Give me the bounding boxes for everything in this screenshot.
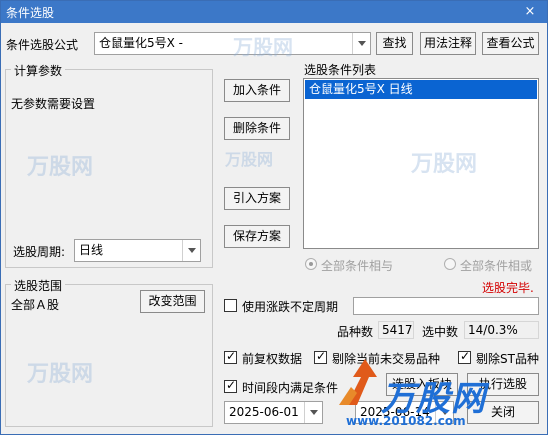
- range-group-title: 选股范围: [11, 277, 66, 294]
- selected-label: 选中数: [422, 325, 459, 339]
- period-label: 选股周期:: [13, 245, 66, 259]
- variable-period-input[interactable]: [353, 297, 539, 315]
- change-range-button[interactable]: 改变范围: [140, 290, 205, 313]
- formula-value: 仓鼠量化5号X -: [99, 36, 184, 50]
- chevron-down-icon[interactable]: [304, 402, 322, 423]
- save-scheme-button[interactable]: 保存方案: [224, 225, 290, 248]
- chevron-down-icon[interactable]: [352, 33, 370, 54]
- time-range-checkbox[interactable]: [224, 378, 237, 393]
- watermark-text: 万股网: [411, 152, 478, 177]
- count-label: 品种数: [337, 325, 374, 339]
- brand-logo-icon: [339, 359, 377, 405]
- exclude-st-label: 剔除ST品种: [476, 352, 539, 366]
- exclude-no-trade-checkbox[interactable]: [314, 349, 327, 364]
- watermark-text: 万股网: [233, 35, 293, 59]
- list-item[interactable]: 仓鼠量化5号X 日线: [305, 80, 537, 99]
- pre-adjusted-label: 前复权数据: [242, 352, 303, 366]
- window-title: 条件选股: [6, 6, 55, 20]
- delete-condition-button[interactable]: 删除条件: [224, 117, 290, 140]
- watermark-text: 万股网: [27, 362, 94, 387]
- add-condition-button[interactable]: 加入条件: [224, 79, 290, 102]
- count-value: 5417: [378, 321, 414, 339]
- params-group-title: 计算参数: [11, 62, 66, 79]
- or-radio-label: 全部条件相或: [460, 259, 533, 273]
- formula-label: 条件选股公式: [6, 38, 79, 52]
- pre-adjusted-checkbox[interactable]: [224, 349, 237, 364]
- time-range-label: 时间段内满足条件: [242, 381, 339, 395]
- variable-period-checkbox[interactable]: [224, 299, 237, 312]
- variable-period-label: 使用涨跌不定周期: [242, 300, 339, 314]
- find-button[interactable]: 查找: [376, 32, 413, 55]
- period-combobox[interactable]: 日线: [74, 239, 201, 262]
- close-icon[interactable]: ×: [515, 2, 545, 21]
- chevron-down-icon[interactable]: [182, 240, 200, 261]
- and-radio-label: 全部条件相与: [321, 259, 394, 273]
- status-text: 选股完毕.: [482, 281, 534, 295]
- start-date-value: 2025-06-01: [229, 405, 299, 419]
- import-scheme-button[interactable]: 引入方案: [224, 187, 290, 210]
- view-formula-button[interactable]: 查看公式: [482, 32, 539, 55]
- or-radio[interactable]: [444, 258, 456, 270]
- watermark-text: 万股网: [27, 155, 94, 180]
- title-bar: 条件选股 ×: [1, 1, 547, 23]
- exclude-st-checkbox[interactable]: [458, 349, 471, 364]
- start-date-picker[interactable]: 2025-06-01: [224, 401, 323, 424]
- watermark-url: www.201082.com: [346, 414, 466, 428]
- period-value: 日线: [79, 243, 104, 257]
- watermark-text: 万股网: [225, 150, 274, 169]
- selected-value: 14/0.3%: [464, 321, 539, 339]
- no-params-text: 无参数需要设置: [11, 97, 96, 111]
- watermark-logo-text: 万股网: [381, 379, 486, 419]
- usage-notes-button[interactable]: 用法注释: [420, 32, 476, 55]
- range-value: 全部Ａ股: [11, 298, 60, 312]
- and-radio[interactable]: [305, 258, 317, 270]
- condition-stock-picker-window: 条件选股 × 条件选股公式 仓鼠量化5号X - 查找 用法注释 查看公式 计算参…: [0, 0, 548, 435]
- condition-list-title: 选股条件列表: [304, 63, 377, 77]
